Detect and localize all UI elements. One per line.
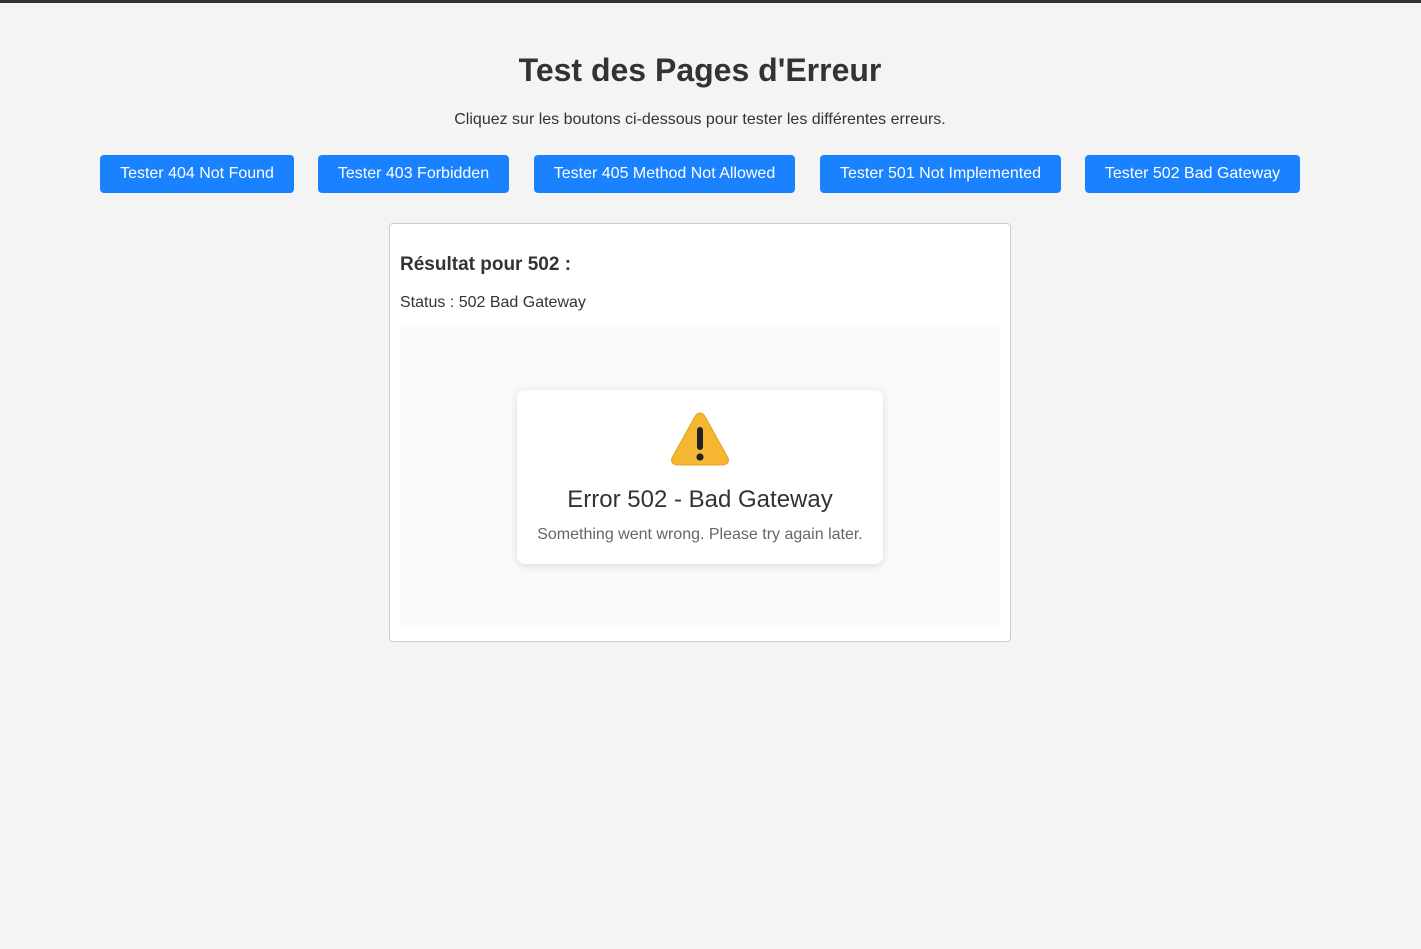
error-card: Error 502 - Bad Gateway Something went w… [517,390,883,564]
page-subtitle: Cliquez sur les boutons ci-dessous pour … [454,111,946,128]
test-404-button[interactable]: Tester 404 Not Found [100,155,294,193]
top-border [0,0,1421,3]
result-panel: Résultat pour 502 : Status : 502 Bad Gat… [389,223,1011,642]
error-preview-frame[interactable]: Error 502 - Bad Gateway Something went w… [400,327,1000,627]
result-heading: Résultat pour 502 : [400,254,572,275]
test-405-button[interactable]: Tester 405 Method Not Allowed [534,155,795,193]
test-502-button[interactable]: Tester 502 Bad Gateway [1085,155,1300,193]
warning-icon [671,412,729,466]
test-501-button[interactable]: Tester 501 Not Implemented [820,155,1061,193]
error-title: Error 502 - Bad Gateway [567,486,833,513]
page-title: Test des Pages d'Erreur [518,52,882,88]
test-button-row: Tester 404 Not Found Tester 403 Forbidde… [0,155,1400,193]
error-message: Something went wrong. Please try again l… [537,526,863,543]
test-403-button[interactable]: Tester 403 Forbidden [318,155,509,193]
status-text: Status : 502 Bad Gateway [400,294,586,311]
